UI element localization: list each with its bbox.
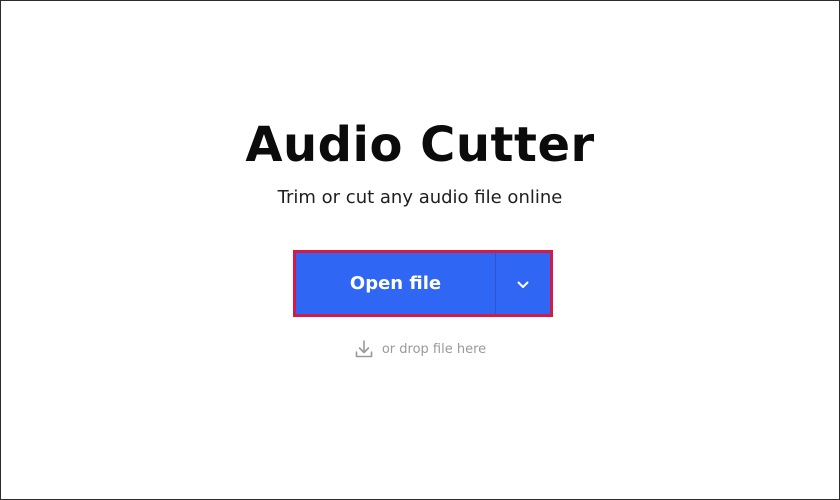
page-title: Audio Cutter — [245, 117, 595, 173]
drop-hint-text: or drop file here — [381, 341, 487, 357]
drop-zone-hint: or drop file here — [1, 339, 839, 359]
download-icon — [354, 339, 374, 359]
open-file-button[interactable]: Open file — [296, 253, 495, 314]
chevron-down-icon — [517, 274, 529, 293]
page-subtitle: Trim or cut any audio file online — [277, 187, 563, 208]
open-file-options-button[interactable] — [496, 253, 550, 314]
open-file-button-group: Open file — [293, 250, 553, 317]
app-window: Audio Cutter Trim or cut any audio file … — [0, 0, 840, 500]
